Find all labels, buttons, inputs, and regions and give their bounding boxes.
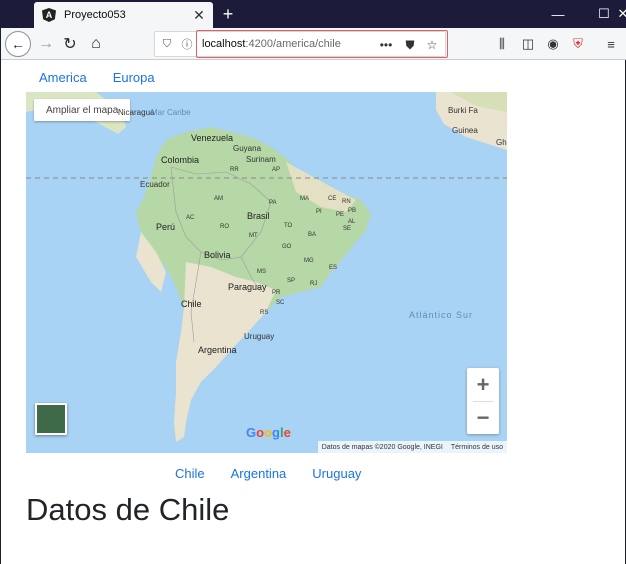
region-link-europa[interactable]: Europa: [113, 70, 155, 85]
zoom-out-button[interactable]: −: [467, 401, 499, 434]
tab-close-icon[interactable]: ✕: [191, 7, 207, 23]
map-label-argentina: Argentina: [198, 345, 237, 355]
map-label-pi: PI: [316, 209, 322, 215]
library-icon[interactable]: ⫼: [493, 35, 511, 53]
url-highlight-box: [196, 30, 448, 58]
map-attribution: Datos de mapas ©2020 Google, INEGI Térmi…: [317, 441, 507, 453]
map-label-mg: MG: [304, 258, 314, 264]
site-info-icon[interactable]: ⓘ: [179, 36, 195, 52]
map-label-gh: Gh: [496, 138, 507, 147]
map-label-mar-caribe: Mar Caribe: [151, 108, 191, 117]
map-label-bolivia: Bolivia: [204, 250, 231, 260]
forward-arrow-icon[interactable]: →: [33, 31, 59, 57]
map-label-rr: RR: [230, 167, 239, 173]
zoom-controls: + −: [467, 368, 499, 434]
close-window-icon[interactable]: ✕: [581, 0, 626, 28]
country-link-chile[interactable]: Chile: [175, 466, 205, 481]
account-icon[interactable]: ◉: [544, 35, 562, 53]
map-label-to: TO: [284, 223, 293, 229]
home-icon[interactable]: ⌂: [83, 31, 109, 57]
browser-window: A Proyecto053 ✕ + — ☐ ✕ ← → ↻ ⌂ ⛉ ⓘ loca…: [0, 0, 626, 564]
google-map[interactable]: Ampliar el mapa Nicaragua Mar Caribe Ven…: [26, 92, 507, 453]
terms-of-use-link[interactable]: Términos de uso: [451, 444, 503, 451]
menu-icon[interactable]: ≡: [602, 35, 620, 53]
map-label-atlantico-sur: Atlántico Sur: [409, 310, 474, 320]
map-label-es: ES: [329, 265, 338, 271]
map-label-pa: PA: [269, 200, 277, 206]
new-tab-icon[interactable]: +: [217, 3, 239, 25]
zoom-in-button[interactable]: +: [467, 368, 499, 401]
map-label-go: GO: [282, 244, 292, 250]
country-link-uruguay[interactable]: Uruguay: [312, 466, 361, 481]
browser-tab[interactable]: A Proyecto053 ✕: [34, 2, 213, 28]
map-label-pb: PB: [348, 208, 357, 214]
map-label-am: AM: [214, 196, 223, 202]
map-label-rn: RN: [342, 199, 351, 205]
map-land-shapes: [26, 92, 507, 442]
zoom-divider: [473, 401, 493, 402]
map-label-se: SE: [343, 226, 352, 232]
reload-icon[interactable]: ↻: [57, 31, 83, 57]
map-label-ce: CE: [328, 196, 337, 202]
map-label-sp: SP: [287, 278, 296, 284]
page-heading: Datos de Chile: [26, 492, 230, 527]
map-label-pe: PE: [336, 212, 345, 218]
sidebar-icon[interactable]: ◫: [519, 35, 537, 53]
expand-map-button[interactable]: Ampliar el mapa: [34, 99, 131, 121]
map-label-ac: AC: [186, 215, 195, 221]
map-label-ro: RO: [220, 224, 229, 230]
satellite-toggle-button[interactable]: [35, 403, 67, 435]
map-label-paraguay: Paraguay: [228, 282, 267, 292]
map-label-brasil: Brasil: [247, 211, 270, 221]
map-label-sc: SC: [276, 300, 285, 306]
title-bar: A Proyecto053 ✕ + — ☐: [1, 0, 626, 28]
map-data-credit: Datos de mapas ©2020 Google, INEGI: [321, 443, 443, 451]
tab-title: Proyecto053: [64, 9, 126, 21]
extension-shield-icon[interactable]: ⛨: [569, 35, 587, 53]
map-label-ba: BA: [308, 232, 317, 238]
map-label-burkina: Burki Fa: [448, 106, 478, 115]
map-label-mt: MT: [249, 233, 258, 239]
map-label-colombia: Colombia: [161, 155, 200, 165]
google-logo: Google: [246, 425, 291, 440]
angular-favicon-icon: A: [42, 8, 56, 22]
country-nav: Chile Argentina Uruguay: [175, 466, 361, 481]
map-label-uruguay: Uruguay: [244, 332, 275, 341]
map-label-al: AL: [348, 219, 356, 225]
map-label-ecuador: Ecuador: [140, 180, 170, 189]
map-label-rs: RS: [260, 310, 269, 316]
region-nav: America Europa: [39, 70, 155, 85]
shield-icon[interactable]: ⛉: [159, 36, 175, 52]
map-label-ma: MA: [300, 196, 309, 202]
minimize-icon[interactable]: —: [535, 0, 581, 28]
map-label-peru: Perú: [156, 222, 176, 232]
country-link-argentina[interactable]: Argentina: [231, 466, 287, 481]
region-link-america[interactable]: America: [39, 70, 87, 85]
map-label-rj: RJ: [310, 281, 318, 287]
map-label-chile: Chile: [181, 299, 202, 309]
map-label-venezuela: Venezuela: [191, 133, 234, 143]
map-label-ms: MS: [257, 269, 266, 275]
back-arrow-icon[interactable]: ←: [5, 31, 31, 57]
map-label-guinea: Guinea: [452, 126, 478, 135]
map-label-nicaragua: Nicaragua: [118, 108, 155, 117]
map-label-guyana: Guyana: [233, 144, 262, 153]
map-label-pr: PR: [272, 290, 281, 296]
map-label-surinam: Surinam: [246, 155, 276, 164]
map-label-ap: AP: [272, 167, 281, 173]
